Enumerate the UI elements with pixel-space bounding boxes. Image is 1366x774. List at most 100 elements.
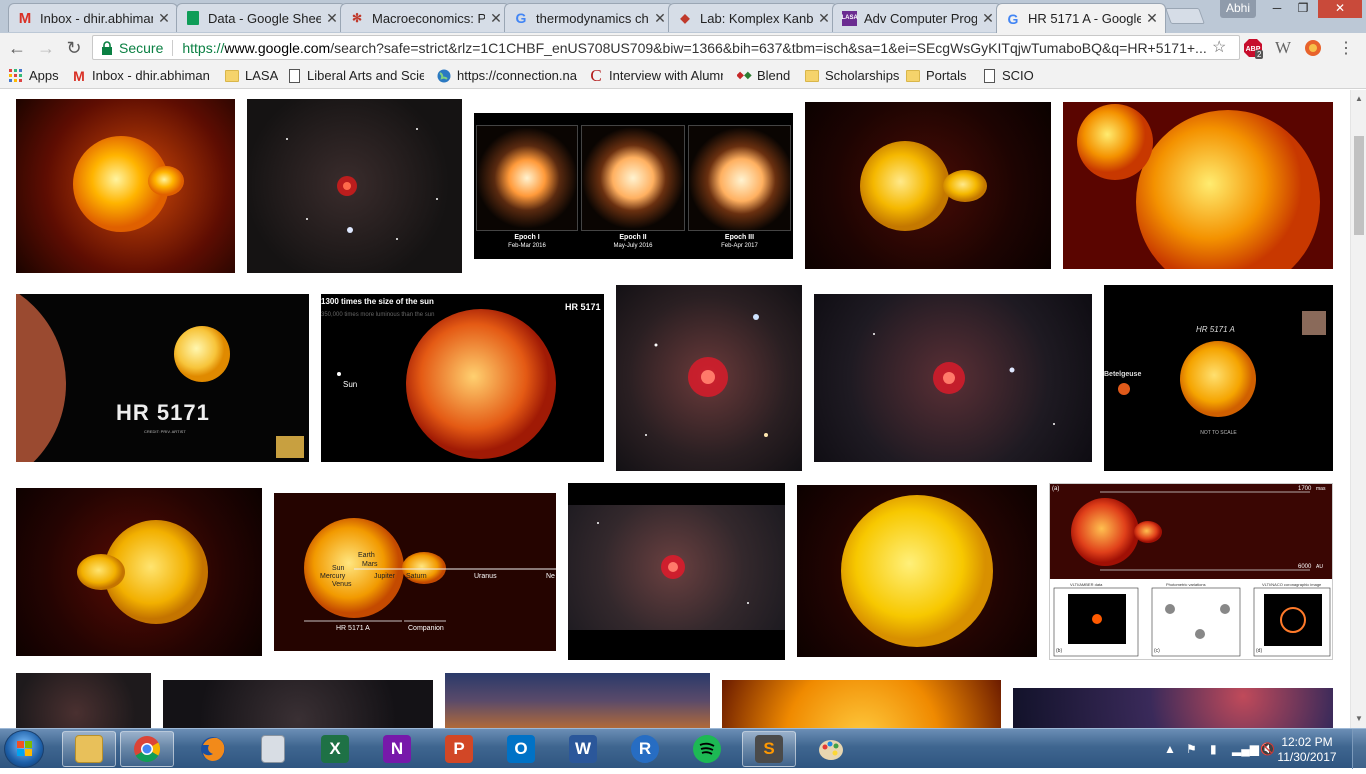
image-result[interactable] <box>16 488 262 656</box>
taskbar-outlook[interactable]: O <box>494 731 548 767</box>
taskbar-word[interactable]: W <box>556 731 610 767</box>
close-window-button[interactable]: ✕ <box>1318 0 1362 18</box>
diagram-label: Ne <box>546 573 555 580</box>
image-result-size-comparison[interactable]: 1300 times the size of the sun 350,000 t… <box>321 294 604 462</box>
show-desktop-button[interactable] <box>1352 729 1366 769</box>
close-tab-icon[interactable]: ✕ <box>981 10 995 27</box>
tab-thermodynamics[interactable]: G thermodynamics ch ✕ <box>504 3 674 32</box>
image-result[interactable] <box>1013 688 1333 728</box>
start-button[interactable] <box>4 730 44 768</box>
image-result[interactable] <box>1063 102 1333 269</box>
image-result[interactable] <box>16 99 235 273</box>
close-tab-icon[interactable]: ✕ <box>325 10 339 27</box>
image-result[interactable] <box>797 485 1037 657</box>
image-result[interactable] <box>16 673 151 728</box>
firefox-icon <box>199 735 227 763</box>
onenote-icon: N <box>383 735 411 763</box>
extension-icon[interactable] <box>1303 38 1323 58</box>
star-artwork-icon <box>73 136 184 232</box>
taskbar-spotify[interactable] <box>680 731 734 767</box>
bookmark-lasa[interactable]: LASA <box>225 67 278 84</box>
bookmark-inbox[interactable]: M Inbox - dhir.abhiman <box>72 67 212 84</box>
scroll-down-icon[interactable]: ▼ <box>1355 714 1363 723</box>
tab-hr5171a[interactable]: G HR 5171 A - Google ✕ <box>996 3 1166 33</box>
image-result-paper-figure[interactable]: (a) 1700 mas 6000 AU VLTI/AMBER data Pho… <box>1049 483 1333 660</box>
image-credit-text: CREDIT: PRIV. ARTIST <box>144 429 186 434</box>
profile-button[interactable]: Abhi <box>1220 0 1256 18</box>
close-tab-icon[interactable]: ✕ <box>489 10 503 27</box>
taskbar-excel[interactable]: X <box>308 731 362 767</box>
tab-macroeconomics[interactable]: ✻ Macroeconomics: P ✕ <box>340 3 510 32</box>
taskbar-paint[interactable] <box>804 731 858 767</box>
bookmark-interview[interactable]: C Interview with Alumn <box>589 67 723 84</box>
tab-komplex-kanban[interactable]: ◆ Lab: Komplex Kanb ✕ <box>668 3 838 32</box>
maximize-button[interactable]: ❐ <box>1290 0 1316 18</box>
bookmark-star-icon[interactable]: ☆ <box>1212 37 1226 57</box>
chrome-menu-icon[interactable]: ⋮ <box>1336 38 1356 58</box>
image-result-epochs[interactable]: Epoch I Feb-Mar 2016 Epoch II May-July 2… <box>474 113 793 259</box>
tab-gmail[interactable]: M Inbox - dhir.abhimanyu ✕ <box>8 3 178 32</box>
volume-muted-icon[interactable]: 🔇 <box>1260 742 1275 756</box>
close-tab-icon[interactable]: ✕ <box>653 10 667 27</box>
image-result[interactable] <box>805 102 1051 269</box>
taskbar-sublime[interactable]: S <box>742 731 796 767</box>
image-result[interactable] <box>616 285 802 471</box>
tab-title: Lab: Komplex Kanb <box>700 10 813 26</box>
wikipedia-icon[interactable]: W <box>1273 38 1293 58</box>
scrollbar-thumb[interactable] <box>1354 136 1364 235</box>
show-hidden-icons-icon[interactable]: ▲ <box>1164 742 1176 756</box>
taskbar-firefox[interactable] <box>186 731 240 767</box>
bookmark-portals[interactable]: Portals <box>906 67 966 84</box>
battery-icon[interactable]: ▮ <box>1210 742 1217 756</box>
network-signal-icon[interactable]: ▂▄▆ <box>1232 742 1259 756</box>
image-result[interactable] <box>722 680 1001 728</box>
image-result[interactable] <box>568 483 785 660</box>
scroll-up-icon[interactable]: ▲ <box>1355 94 1363 103</box>
clock-date[interactable]: 11/30/2017 <box>1277 750 1337 764</box>
browser-toolbar: ← → ↻ Secure https://www.google.com/sear… <box>0 33 1366 62</box>
bookmark-scholarships[interactable]: Scholarships <box>805 67 899 84</box>
windows-taskbar: X N P O W R S ▲ ⚑ ▮ ▂▄▆ 🔇 12:02 PM 11/30… <box>0 728 1366 769</box>
image-result-solar-system-diagram[interactable]: Sun Mercury Venus Earth Mars Jupiter Sat… <box>274 493 556 651</box>
bookmark-connection[interactable]: https://connection.na <box>437 67 577 84</box>
image-result-scale-comparison[interactable]: HR 5171 A Betelgeuse NOT TO SCALE <box>1104 285 1333 471</box>
star-artwork-icon <box>1077 104 1320 269</box>
image-result[interactable] <box>814 294 1092 462</box>
minimize-button[interactable]: ─ <box>1264 0 1290 18</box>
reload-button[interactable]: ↻ <box>63 37 85 59</box>
image-result[interactable] <box>247 99 462 273</box>
taskbar-powerpoint[interactable]: P <box>432 731 486 767</box>
taskbar-r[interactable]: R <box>618 731 672 767</box>
back-button[interactable]: ← <box>6 37 28 59</box>
image-result-hr5171-art[interactable]: HR 5171 CREDIT: PRIV. ARTIST <box>16 294 309 462</box>
lock-icon <box>101 40 113 55</box>
bookmark-blend[interactable]: ◆ ◆ Blend <box>737 67 790 84</box>
close-tab-icon[interactable]: ✕ <box>157 10 171 27</box>
taskbar-file-explorer[interactable] <box>62 731 116 767</box>
bookmark-label: Interview with Alumn <box>609 68 723 83</box>
bookmark-label: LASA <box>245 68 279 83</box>
taskbar-calculator[interactable] <box>246 731 300 767</box>
close-tab-icon[interactable]: ✕ <box>817 10 831 27</box>
bookmark-scio[interactable]: SCIO <box>982 67 1034 84</box>
clock-time[interactable]: 12:02 PM <box>1277 735 1337 749</box>
new-tab-button[interactable] <box>1165 8 1205 24</box>
page-scrollbar[interactable]: ▲ ▼ <box>1350 90 1366 728</box>
image-result[interactable] <box>445 673 710 728</box>
taskbar-onenote[interactable]: N <box>370 731 424 767</box>
bookmarks-bar: Apps M Inbox - dhir.abhiman LASA Liberal… <box>0 62 1366 89</box>
address-bar[interactable]: Secure https://www.google.com/search?saf… <box>92 35 1240 60</box>
image-result[interactable] <box>163 680 433 728</box>
tab-adv-computer-prog[interactable]: LASA Adv Computer Prog ✕ <box>832 3 1002 32</box>
outlook-icon: O <box>507 735 535 763</box>
forward-button[interactable]: → <box>35 37 57 59</box>
close-tab-icon[interactable]: ✕ <box>1145 10 1159 27</box>
action-center-flag-icon[interactable]: ⚑ <box>1186 742 1197 756</box>
spotify-icon <box>693 735 721 763</box>
windows-logo-icon <box>17 741 32 756</box>
bookmark-liberal-arts[interactable]: Liberal Arts and Scien <box>287 67 424 84</box>
adblock-plus-icon[interactable]: ABP 2 <box>1243 38 1264 59</box>
taskbar-chrome[interactable] <box>120 731 174 767</box>
bookmark-apps[interactable]: Apps <box>9 67 59 84</box>
tab-sheets[interactable]: Data - Google Sheets ✕ <box>176 3 346 32</box>
